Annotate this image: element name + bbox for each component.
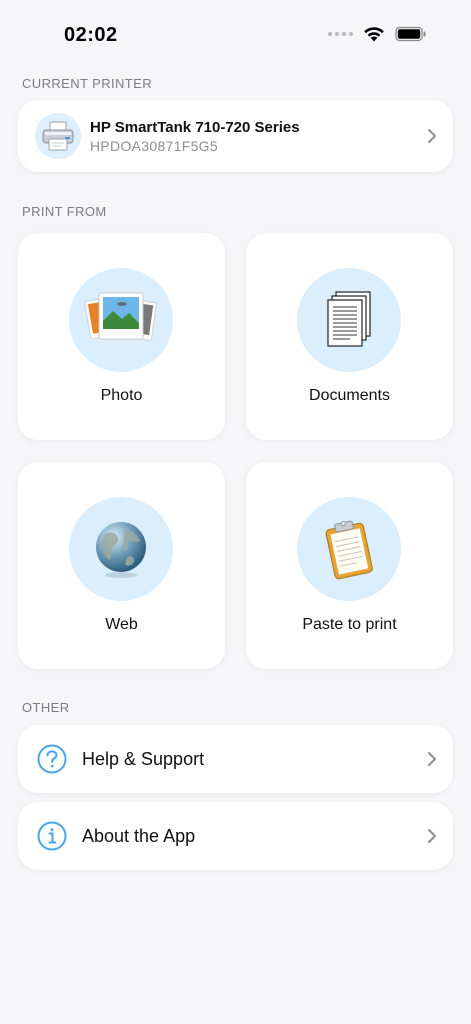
print-option-web[interactable]: Web bbox=[18, 462, 225, 669]
tile-icon-circle bbox=[297, 268, 401, 372]
tile-label: Documents bbox=[309, 387, 390, 404]
print-option-photo[interactable]: Photo bbox=[18, 233, 225, 440]
section-label-print-from: PRINT FROM bbox=[22, 204, 107, 219]
cellular-signal-icon bbox=[328, 32, 353, 36]
tile-label: Photo bbox=[100, 387, 143, 404]
about-app-row[interactable]: About the App bbox=[18, 802, 453, 870]
section-label-current-printer: CURRENT PRINTER bbox=[22, 76, 152, 91]
status-icons bbox=[328, 26, 427, 42]
print-option-paste-to-print[interactable]: Paste to print bbox=[246, 462, 453, 669]
about-app-label: About the App bbox=[82, 826, 196, 846]
status-bar: 02:02 bbox=[0, 0, 471, 66]
tile-label: Paste to print bbox=[302, 616, 397, 633]
current-printer-card[interactable]: HP SmartTank 710-720 Series HPDOA30871F5… bbox=[18, 100, 453, 172]
printer-icon bbox=[42, 121, 74, 151]
clipboard-icon bbox=[325, 520, 373, 580]
chevron-right-icon bbox=[428, 129, 436, 143]
globe-icon bbox=[96, 522, 146, 578]
help-support-row[interactable]: Help & Support bbox=[18, 725, 453, 793]
question-circle-icon bbox=[37, 744, 67, 774]
status-time: 02:02 bbox=[64, 24, 118, 46]
printer-id: HPDOA30871F5G5 bbox=[90, 138, 218, 154]
chevron-right-icon bbox=[428, 829, 436, 843]
printer-name: HP SmartTank 710-720 Series bbox=[90, 119, 300, 136]
tile-icon-circle bbox=[69, 268, 173, 372]
info-circle-icon bbox=[37, 821, 67, 851]
documents-icon bbox=[327, 291, 371, 347]
photo-icon bbox=[84, 292, 157, 341]
wifi-icon bbox=[364, 27, 384, 42]
help-support-label: Help & Support bbox=[82, 749, 205, 769]
print-option-documents[interactable]: Documents bbox=[246, 233, 453, 440]
tile-icon-circle bbox=[69, 497, 173, 601]
battery-icon bbox=[395, 26, 426, 42]
printer-avatar bbox=[35, 113, 81, 159]
tile-icon-circle bbox=[297, 497, 401, 601]
chevron-right-icon bbox=[428, 752, 436, 766]
tile-label: Web bbox=[105, 616, 138, 633]
section-label-other: OTHER bbox=[22, 700, 70, 715]
